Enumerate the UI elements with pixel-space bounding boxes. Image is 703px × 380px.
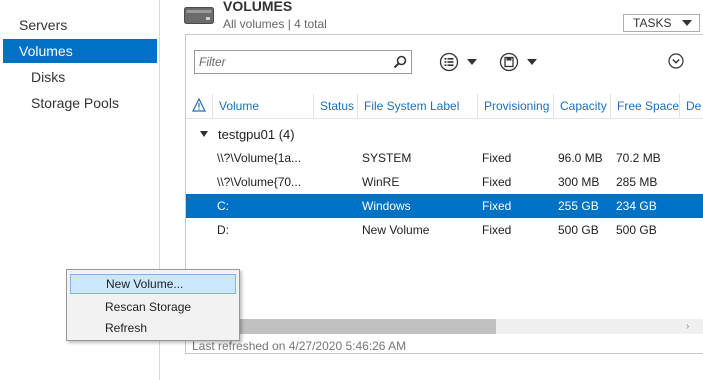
sidebar-item-servers[interactable]: Servers <box>3 13 157 37</box>
cell-free-space: 500 GB <box>616 223 657 237</box>
warning-icon[interactable] <box>192 98 206 112</box>
group-label: testgpu01 (4) <box>218 127 295 142</box>
cell-free-space: 234 GB <box>616 199 657 213</box>
collapse-icon[interactable] <box>200 130 208 137</box>
filter-field[interactable] <box>194 50 412 74</box>
column-volume[interactable]: Volume <box>212 94 313 118</box>
column-header-row: Volume Status File System Label Provisio… <box>186 94 703 119</box>
cell-volume: \\?\Volume{70... <box>217 175 302 189</box>
cell-provisioning: Fixed <box>482 199 512 213</box>
tasks-label: TASKS <box>633 16 672 30</box>
cell-capacity: 255 GB <box>558 199 599 213</box>
cell-provisioning: Fixed <box>482 175 512 189</box>
cell-label: WinRE <box>362 175 400 189</box>
cell-free-space: 285 MB <box>616 175 658 189</box>
sidebar-item-disks[interactable]: Disks <box>3 65 157 89</box>
expand-icon[interactable] <box>668 53 684 69</box>
sidebar-item-storage-pools[interactable]: Storage Pools <box>3 91 157 115</box>
drive-icon <box>184 7 214 24</box>
volumes-pane: VOLUMES All volumes | 4 total TASKS Filt… <box>160 0 703 380</box>
table-row[interactable]: \\?\Volume{70... WinRE Fixed 300 MB 285 … <box>186 170 703 194</box>
filter-input[interactable] <box>199 53 384 71</box>
cell-provisioning: Fixed <box>482 151 512 165</box>
cell-free-space: 70.2 MB <box>616 151 661 165</box>
cell-volume: D: <box>217 223 229 237</box>
menu-item-new-volume[interactable]: New Volume... <box>70 274 236 294</box>
cell-capacity: 96.0 MB <box>558 151 603 165</box>
search-icon[interactable] <box>392 54 408 70</box>
cell-label: New Volume <box>362 223 430 237</box>
tasks-dropdown[interactable]: TASKS <box>623 14 700 32</box>
server-group-header[interactable]: testgpu01 (4) <box>200 127 295 142</box>
scroll-right-arrow-icon[interactable]: › <box>686 321 689 332</box>
chevron-down-icon[interactable] <box>467 59 477 65</box>
table-row[interactable]: D: New Volume Fixed 500 GB 500 GB <box>186 218 703 242</box>
column-file-system-label[interactable]: File System Label <box>357 94 477 118</box>
chevron-down-icon <box>682 20 692 26</box>
cell-label: SYSTEM <box>362 151 412 165</box>
menu-item-refresh[interactable]: Refresh <box>70 318 236 338</box>
cell-volume: \\?\Volume{1a... <box>217 151 302 165</box>
table-row-selected[interactable]: C: Windows Fixed 255 GB 234 GB <box>186 194 703 218</box>
context-menu: New Volume... Rescan Storage Refresh <box>66 269 240 341</box>
cell-label: Windows <box>362 199 411 213</box>
horizontal-scrollbar[interactable] <box>186 319 703 334</box>
cell-capacity: 300 MB <box>558 175 600 189</box>
last-refreshed-text: Last refreshed on 4/27/2020 5:46:26 AM <box>192 339 407 353</box>
menu-item-rescan-storage[interactable]: Rescan Storage <box>70 297 236 317</box>
column-capacity[interactable]: Capacity <box>553 94 610 118</box>
cell-volume: C: <box>217 199 229 213</box>
cell-provisioning: Fixed <box>482 223 512 237</box>
page-subtitle: All volumes | 4 total <box>223 17 327 31</box>
table-row[interactable]: \\?\Volume{1a... SYSTEM Fixed 96.0 MB 70… <box>186 146 703 170</box>
column-de[interactable]: De <box>679 94 703 118</box>
chevron-down-icon[interactable] <box>527 59 537 65</box>
cell-capacity: 500 GB <box>558 223 599 237</box>
column-free-space[interactable]: Free Space <box>610 94 679 118</box>
list-options-icon[interactable] <box>439 52 459 72</box>
sidebar-item-volumes[interactable]: Volumes <box>3 39 157 63</box>
column-provisioning[interactable]: Provisioning <box>477 94 553 118</box>
column-status[interactable]: Status <box>313 94 357 118</box>
save-query-icon[interactable] <box>499 52 519 72</box>
page-title: VOLUMES <box>223 0 293 14</box>
